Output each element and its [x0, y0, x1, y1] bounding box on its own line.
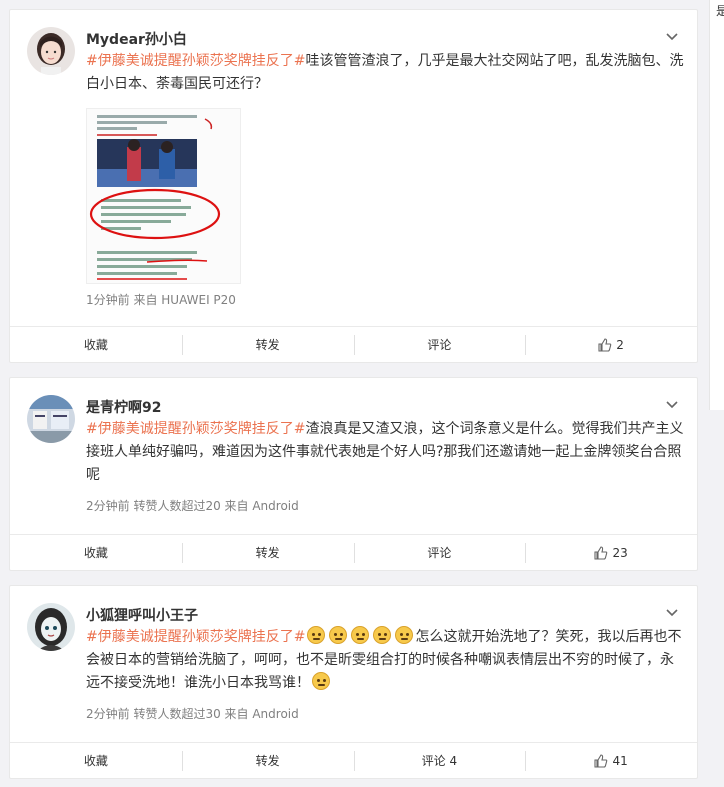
- right-sidebar-edge: 是: [709, 0, 724, 410]
- collect-button[interactable]: 收藏: [10, 543, 182, 563]
- post-card: 是青柠啊92 #伊藤美诚提醒孙颖莎奖牌挂反了#渣浪真是又渣又浪，这个词条意义是什…: [9, 377, 698, 571]
- collect-button[interactable]: 收藏: [10, 335, 182, 355]
- sweat-smile-emoji: [351, 626, 370, 644]
- post-meta: 2分钟前 转赞人数超过30 来自 Android: [86, 707, 299, 721]
- post-meta: 1分钟前 来自 HUAWEI P20: [86, 293, 236, 307]
- thumbs-up-icon: [594, 753, 608, 768]
- post-text: #伊藤美诚提醒孙颖莎奖牌挂反了#哇该管管渣浪了，几乎是最大社交网站了吧，乱发洗脑…: [86, 53, 684, 92]
- post-meta: 2分钟前 转赞人数超过20 来自 Android: [86, 499, 299, 513]
- sweat-smile-emoji: [307, 626, 326, 644]
- repost-button[interactable]: 转发: [181, 542, 354, 563]
- collect-button[interactable]: 收藏: [10, 751, 182, 771]
- avatar[interactable]: [27, 603, 75, 651]
- action-bar: 收藏 转发 评论 23: [10, 534, 697, 570]
- right-sidebar-text: 是: [716, 4, 724, 18]
- post-card: 小狐狸呼叫小王子 #伊藤美诚提醒孙颖莎奖牌挂反了# 怎么这就开始洗地了？笑死，我以…: [9, 585, 698, 779]
- chevron-down-icon[interactable]: [663, 604, 681, 622]
- hashtag-link[interactable]: #伊藤美诚提醒孙颖莎奖牌挂反了#: [86, 629, 305, 645]
- hashtag-link[interactable]: #伊藤美诚提醒孙颖莎奖牌挂反了#: [86, 53, 305, 69]
- post-image-thumbnail[interactable]: [86, 108, 241, 284]
- action-bar: 收藏 转发 评论 2: [10, 326, 697, 362]
- post-card: Mydear孙小白 #伊藤美诚提醒孙颖莎奖牌挂反了#哇该管管渣浪了，几乎是最大社…: [9, 9, 698, 363]
- comment-button[interactable]: 评论: [353, 334, 526, 355]
- avatar[interactable]: [27, 395, 75, 443]
- post-text: #伊藤美诚提醒孙颖莎奖牌挂反了#渣浪真是又渣又浪，这个词条意义是什么。觉得我们共…: [86, 421, 684, 483]
- chevron-down-icon[interactable]: [663, 396, 681, 414]
- thumbs-up-icon: [598, 337, 612, 352]
- action-bar: 收藏 转发 评论 4 41: [10, 742, 697, 778]
- like-button[interactable]: 23: [525, 542, 697, 563]
- smile-emoji: [312, 672, 330, 690]
- comment-button[interactable]: 评论 4: [353, 750, 526, 771]
- post-text: #伊藤美诚提醒孙颖莎奖牌挂反了# 怎么这就开始洗地了？笑死，我以后再也不会被日本的…: [86, 626, 684, 695]
- username[interactable]: 是青柠啊92: [86, 397, 161, 417]
- sweat-smile-emoji: [373, 626, 392, 644]
- comment-button[interactable]: 评论: [353, 542, 526, 563]
- sweat-smile-emoji: [395, 626, 414, 644]
- avatar[interactable]: [27, 27, 75, 75]
- thumbs-up-icon: [594, 545, 608, 560]
- repost-button[interactable]: 转发: [181, 334, 354, 355]
- username[interactable]: 小狐狸呼叫小王子: [86, 605, 198, 625]
- repost-button[interactable]: 转发: [181, 750, 354, 771]
- sweat-smile-emoji: [329, 626, 348, 644]
- like-button[interactable]: 41: [525, 750, 697, 771]
- chevron-down-icon[interactable]: [663, 28, 681, 46]
- like-button[interactable]: 2: [525, 334, 697, 355]
- username[interactable]: Mydear孙小白: [86, 29, 187, 49]
- hashtag-link[interactable]: #伊藤美诚提醒孙颖莎奖牌挂反了#: [86, 421, 305, 437]
